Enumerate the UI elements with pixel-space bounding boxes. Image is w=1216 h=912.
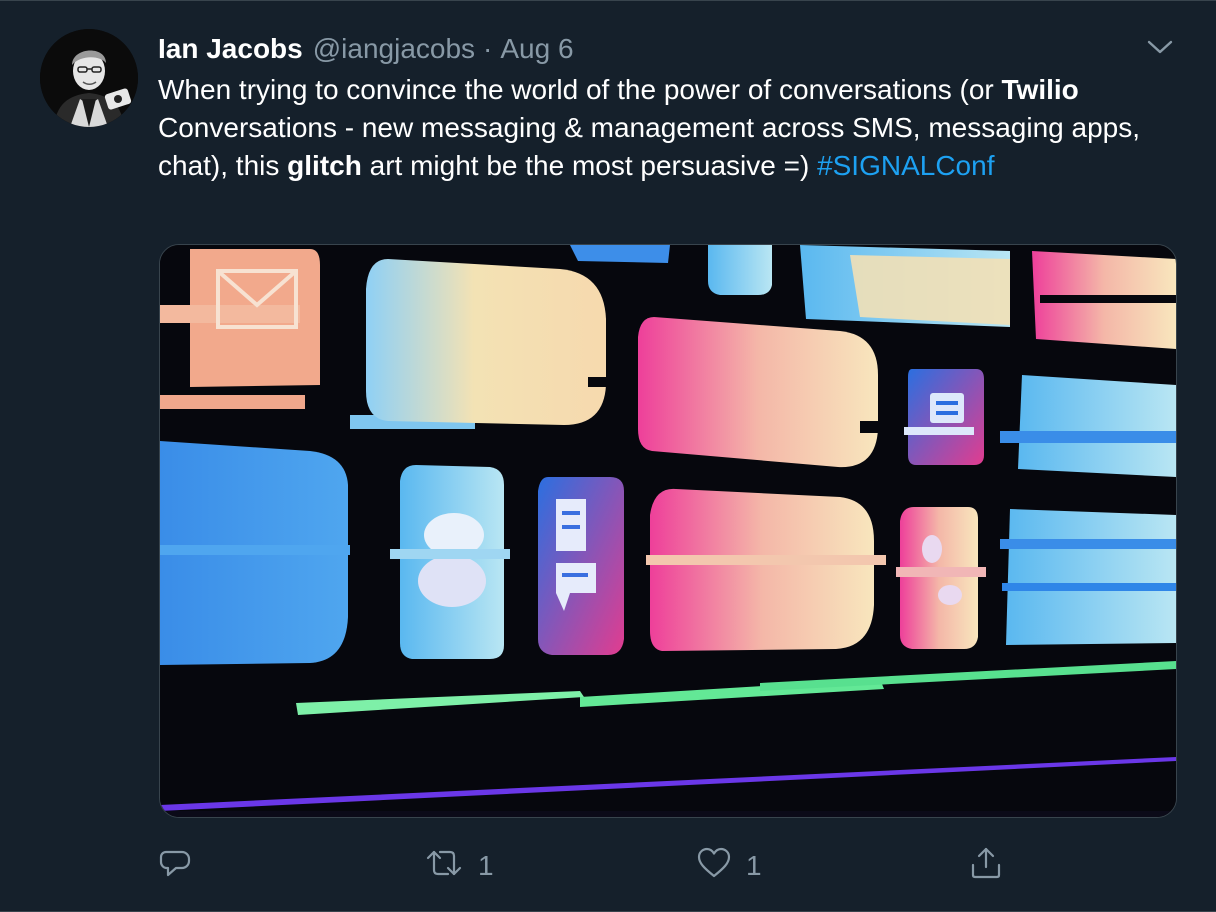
retweet-button[interactable]: 1	[424, 843, 494, 889]
like-count: 1	[746, 850, 762, 881]
tweet-media-image[interactable]	[159, 244, 1177, 818]
like-button[interactable]: 1	[696, 843, 762, 889]
tweet-header: Ian Jacobs @iangjacobs · Aug 6	[158, 31, 574, 67]
share-icon	[968, 845, 1004, 888]
share-button[interactable]	[968, 843, 1004, 889]
avatar[interactable]	[40, 29, 138, 127]
retweet-count: 1	[478, 850, 494, 881]
reply-icon	[158, 846, 192, 887]
tweet-bold-glitch: glitch	[287, 150, 362, 181]
tweet-text: When trying to convince the world of the…	[158, 71, 1178, 185]
hashtag-link[interactable]: #SIGNALConf	[817, 150, 994, 181]
more-options-button[interactable]	[1142, 31, 1178, 67]
tweet-text-part: When trying to convince the world of the…	[158, 74, 1002, 105]
tweet-text-part: art might be the most persuasive =)	[361, 150, 818, 181]
tweet-actions: 1 1	[0, 843, 1216, 889]
tweet-date[interactable]: Aug 6	[500, 33, 573, 65]
tweet[interactable]: Ian Jacobs @iangjacobs · Aug 6 When tryi…	[0, 0, 1216, 912]
tweet-bold-twilio: Twilio	[1001, 74, 1079, 105]
reply-button[interactable]	[158, 843, 206, 889]
heart-icon	[696, 846, 732, 887]
author-handle[interactable]: @iangjacobs	[313, 33, 475, 65]
separator-dot: ·	[483, 33, 493, 64]
chevron-down-icon	[1147, 39, 1173, 60]
author-name[interactable]: Ian Jacobs	[158, 33, 303, 65]
retweet-icon	[424, 846, 464, 887]
